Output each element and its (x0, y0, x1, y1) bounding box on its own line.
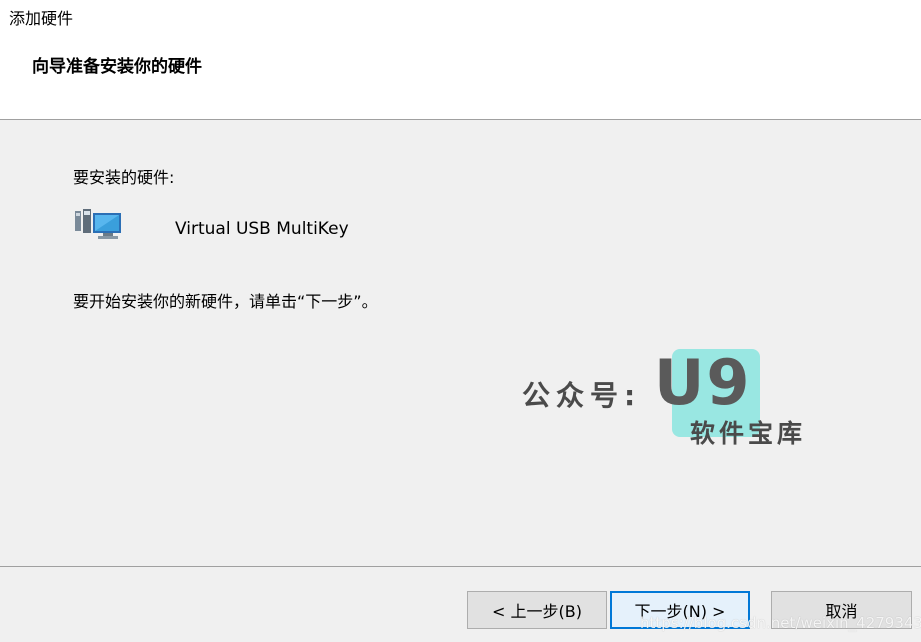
device-name: Virtual USB MultiKey (175, 219, 349, 239)
add-hardware-wizard: 添加硬件 向导准备安装你的硬件 要安装的硬件: Virtual USB Mult… (0, 0, 921, 642)
url-watermark: https://blog.csdn.net/weixin_42793435 (640, 614, 921, 632)
footer-divider (0, 566, 921, 567)
wizard-heading: 向导准备安装你的硬件 (32, 57, 202, 77)
watermark-subtitle: 软件宝库 (690, 419, 807, 448)
watermark-logo: U9 (654, 346, 752, 419)
instruction-text: 要开始安装你的新硬件，请单击“下一步”。 (73, 292, 378, 311)
watermark-prefix: 公众号: (522, 379, 642, 412)
window-title: 添加硬件 (9, 9, 74, 28)
wizard-content: 要安装的硬件: Virtual USB MultiKey 要开始安装你的新硬件，… (0, 120, 921, 566)
computer-devices-icon (75, 209, 121, 239)
hardware-label: 要安装的硬件: (73, 168, 175, 187)
wizard-header: 添加硬件 向导准备安装你的硬件 (0, 0, 921, 120)
back-button[interactable]: < 上一步(B) (467, 591, 607, 629)
